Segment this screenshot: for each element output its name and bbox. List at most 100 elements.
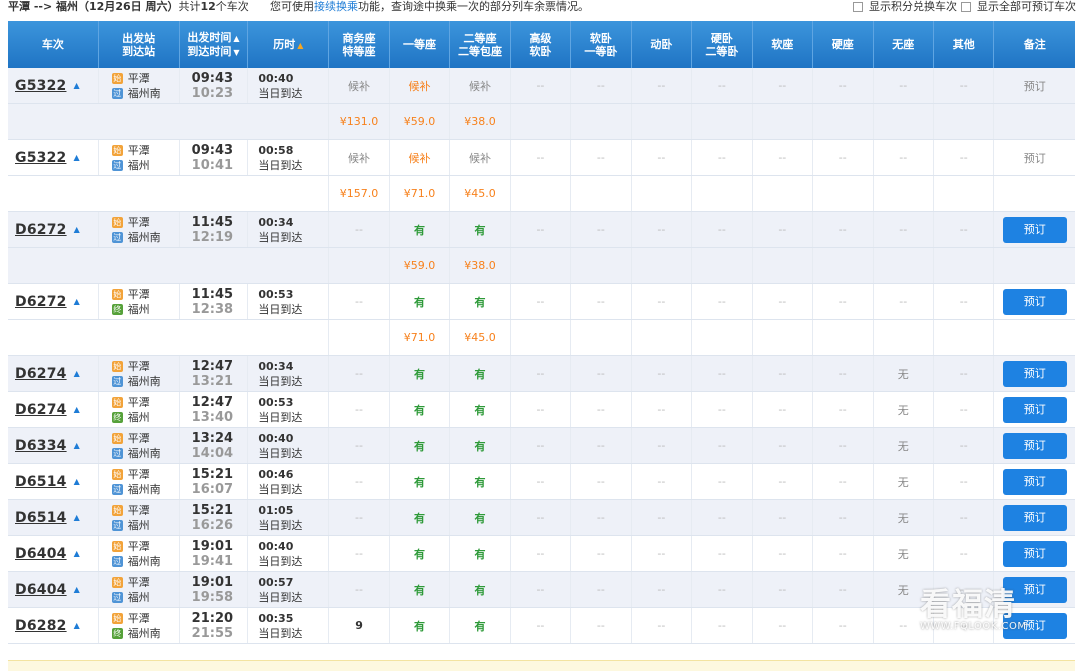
expand-stops-icon[interactable]: ▲ [73, 153, 79, 162]
seat-second-class[interactable]: 有 [449, 535, 511, 572]
expand-stops-icon[interactable]: ▲ [74, 585, 80, 594]
seat-first-class[interactable]: 有 [389, 211, 451, 248]
seat-availability[interactable]: 候补 [409, 152, 431, 165]
expand-stops-icon[interactable]: ▲ [74, 549, 80, 558]
seat-first-class[interactable]: 有 [389, 427, 451, 464]
seat-second-class[interactable]: 候补 [449, 139, 511, 176]
book-button[interactable]: 预订 [1002, 396, 1067, 423]
seat-availability[interactable]: 有 [414, 368, 425, 381]
seat-first-class[interactable]: 有 [389, 283, 451, 320]
seat-availability[interactable]: 有 [414, 476, 425, 489]
train-code-cell[interactable]: D6404 ▲ [8, 535, 99, 572]
seat-second-class[interactable]: 有 [449, 283, 511, 320]
seat-availability[interactable]: 有 [474, 584, 485, 597]
seat-second-class[interactable]: 有 [449, 463, 511, 500]
seat-availability[interactable]: 有 [414, 584, 425, 597]
seat-availability[interactable]: 候补 [348, 80, 370, 93]
seat-first-class[interactable]: 候补 [389, 139, 451, 176]
train-code-link[interactable]: D6282 [15, 618, 67, 634]
seat-second-class[interactable]: 有 [449, 571, 511, 608]
train-code-cell[interactable]: D6274 ▲ [8, 355, 99, 392]
seat-availability[interactable]: 有 [474, 296, 485, 309]
seat-availability[interactable]: 有 [414, 440, 425, 453]
seat-first-class[interactable]: 有 [389, 355, 451, 392]
train-code-link[interactable]: G5322 [15, 150, 66, 166]
seat-availability[interactable]: 有 [474, 224, 485, 237]
sort-up-icon[interactable]: ▲ [233, 34, 239, 43]
seat-availability[interactable]: 候补 [348, 152, 370, 165]
points-exchange-label[interactable]: 显示积分兑换车次 [869, 0, 957, 14]
seat-first-class[interactable]: 有 [389, 571, 451, 608]
expand-stops-icon[interactable]: ▲ [74, 225, 80, 234]
train-code-link[interactable]: D6334 [15, 438, 67, 454]
book-button[interactable]: 预订 [1002, 468, 1067, 495]
seat-second-class[interactable]: 有 [449, 607, 511, 644]
train-code-link[interactable]: D6514 [15, 474, 67, 490]
train-code-cell[interactable]: D6514 ▲ [8, 463, 99, 500]
train-code-cell[interactable]: D6514 ▲ [8, 499, 99, 536]
expand-stops-icon[interactable]: ▲ [74, 621, 80, 630]
expand-stops-icon[interactable]: ▲ [74, 513, 80, 522]
all-bookable-option[interactable]: 显示全部可预订车次 [961, 0, 1076, 14]
seat-second-class[interactable]: 候补 [449, 68, 511, 104]
col-duration[interactable]: 历时 ▲ [247, 21, 330, 68]
train-code-link[interactable]: D6272 [15, 294, 67, 310]
seat-first-class[interactable]: 有 [389, 463, 451, 500]
seat-availability[interactable]: 候补 [469, 80, 491, 93]
seat-availability[interactable]: 候补 [409, 80, 431, 93]
seat-second-class[interactable]: 有 [449, 499, 511, 536]
seat-first-class[interactable]: 有 [389, 535, 451, 572]
expand-stops-icon[interactable]: ▲ [73, 81, 79, 90]
train-code-cell[interactable]: D6282 ▲ [8, 607, 99, 644]
train-code-cell[interactable]: G5322 ▲ [8, 139, 99, 176]
all-bookable-label[interactable]: 显示全部可预订车次 [977, 0, 1076, 14]
seat-availability[interactable]: 有 [414, 224, 425, 237]
expand-stops-icon[interactable]: ▲ [74, 297, 80, 306]
seat-first-class[interactable]: 有 [389, 391, 451, 428]
points-exchange-option[interactable]: 显示积分兑换车次 [853, 0, 957, 14]
seat-availability[interactable]: 有 [474, 548, 485, 561]
seat-availability[interactable]: 有 [474, 440, 485, 453]
seat-second-class[interactable]: 有 [449, 355, 511, 392]
book-button[interactable]: 预订 [1002, 360, 1067, 387]
seat-availability[interactable]: 有 [474, 404, 485, 417]
seat-availability[interactable]: 有 [474, 368, 485, 381]
seat-availability[interactable]: 有 [474, 476, 485, 489]
seat-first-class[interactable]: 有 [389, 607, 451, 644]
seat-first-class[interactable]: 有 [389, 499, 451, 536]
col-time[interactable]: 出发时间 ▲ 到达时间 ▼ [179, 21, 249, 68]
train-code-cell[interactable]: D6274 ▲ [8, 391, 99, 428]
seat-second-class[interactable]: 有 [449, 391, 511, 428]
train-code-link[interactable]: D6274 [15, 402, 67, 418]
all-bookable-checkbox[interactable] [961, 2, 971, 12]
seat-availability[interactable]: 有 [414, 620, 425, 633]
seat-availability[interactable]: 有 [474, 620, 485, 633]
train-code-link[interactable]: D6514 [15, 510, 67, 526]
expand-stops-icon[interactable]: ▲ [74, 441, 80, 450]
train-code-cell[interactable]: G5322 ▲ [8, 68, 99, 104]
train-code-link[interactable]: D6274 [15, 366, 67, 382]
seat-business[interactable]: 候补 [328, 139, 390, 176]
train-code-cell[interactable]: D6334 ▲ [8, 427, 99, 464]
seat-availability[interactable]: 有 [414, 548, 425, 561]
train-code-cell[interactable]: D6272 ▲ [8, 211, 99, 248]
seat-availability[interactable]: 有 [414, 404, 425, 417]
expand-stops-icon[interactable]: ▲ [74, 369, 80, 378]
book-button[interactable]: 预订 [1002, 216, 1067, 243]
seat-availability[interactable]: 候补 [469, 152, 491, 165]
expand-stops-icon[interactable]: ▲ [74, 477, 80, 486]
train-code-cell[interactable]: D6404 ▲ [8, 571, 99, 608]
train-code-link[interactable]: D6404 [15, 582, 67, 598]
train-code-link[interactable]: D6272 [15, 222, 67, 238]
seat-availability[interactable]: 有 [414, 512, 425, 525]
seat-business[interactable]: 9 [328, 607, 390, 644]
book-button[interactable]: 预订 [1002, 576, 1067, 603]
seat-availability[interactable]: 有 [414, 296, 425, 309]
points-exchange-checkbox[interactable] [853, 2, 863, 12]
book-button[interactable]: 预订 [1002, 288, 1067, 315]
sort-down-icon[interactable]: ▼ [233, 48, 239, 57]
seat-availability[interactable]: 9 [355, 619, 363, 632]
expand-stops-icon[interactable]: ▲ [74, 405, 80, 414]
book-button[interactable]: 预订 [1002, 432, 1067, 459]
book-button[interactable]: 预订 [1002, 540, 1067, 567]
